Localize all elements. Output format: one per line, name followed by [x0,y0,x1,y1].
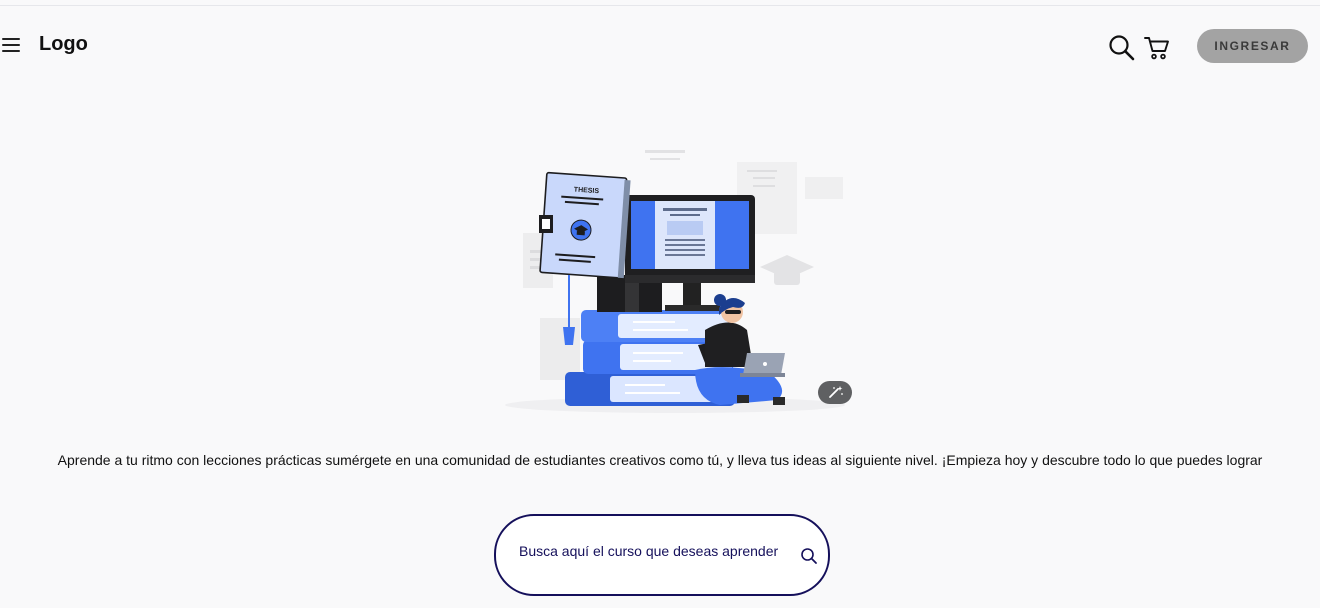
student-thesis-books-illustration: THESIS [485,105,865,423]
cart-icon[interactable] [1144,35,1170,61]
hero-tagline: Aprende a tu ritmo con lecciones práctic… [57,452,1263,468]
login-button[interactable]: INGRESAR [1197,29,1308,63]
search-icon[interactable] [800,547,818,565]
hamburger-menu-icon[interactable] [2,38,20,52]
search-icon[interactable] [1108,34,1135,61]
search-placeholder: Busca aquí el curso que deseas aprender [519,543,779,559]
navbar: Logo INGRESAR [0,6,1320,86]
magic-wand-icon[interactable] [818,381,852,404]
logo[interactable]: Logo [39,33,88,56]
course-search-input[interactable]: Busca aquí el curso que deseas aprender [494,514,830,596]
